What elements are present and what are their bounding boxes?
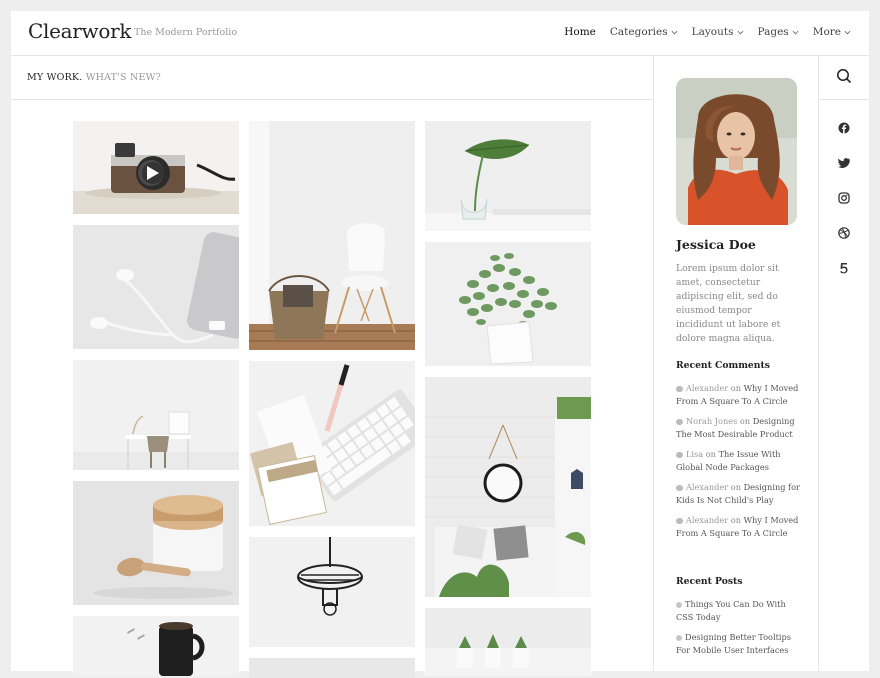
chevron-down-icon xyxy=(737,30,743,34)
chevron-down-icon xyxy=(792,30,799,34)
divider xyxy=(653,56,654,671)
recent-post-item[interactable]: Things You Can Do With CSS Today xyxy=(676,598,801,624)
author-name[interactable]: Jessica Doe xyxy=(676,237,756,252)
search-icon[interactable] xyxy=(835,67,853,85)
nav-layouts-label: Layouts xyxy=(691,26,734,38)
comment-author[interactable]: Alexander xyxy=(686,515,728,525)
gallery-item-earphones[interactable] xyxy=(73,225,239,349)
twitter-icon[interactable] xyxy=(835,154,853,172)
author-avatar[interactable] xyxy=(676,78,797,225)
gallery-item-partial[interactable] xyxy=(249,658,415,678)
gallery-item-keyboard[interactable] xyxy=(249,361,415,526)
gallery-item-eucalyptus[interactable] xyxy=(425,242,591,366)
gallery-item-interior[interactable] xyxy=(425,377,591,597)
recent-comments-title: Recent Comments xyxy=(676,360,770,371)
section-heading-primary: MY WORK. xyxy=(27,72,83,83)
comment-on: on xyxy=(739,416,751,426)
dribbble-icon[interactable] xyxy=(835,224,853,242)
nav-home[interactable]: Home xyxy=(564,26,596,38)
comment-item: Lisa on The Issue With Global Node Packa… xyxy=(676,448,801,474)
comment-bubble-icon xyxy=(676,485,683,491)
500px-icon[interactable] xyxy=(835,259,853,277)
site-logo[interactable]: Clearwork xyxy=(28,19,131,43)
comment-item: Alexander on Designing for Kids Is Not C… xyxy=(676,481,801,507)
comment-author[interactable]: Lisa xyxy=(686,449,703,459)
gallery-item-mug[interactable] xyxy=(73,616,239,676)
nav-pages[interactable]: Pages xyxy=(758,26,799,38)
comment-item: Alexander on Why I Moved From A Square T… xyxy=(676,382,801,408)
recent-post-link[interactable]: Designing Better Tooltips For Mobile Use… xyxy=(676,632,791,655)
gallery-item-succulents[interactable] xyxy=(425,608,591,676)
nav-pages-label: Pages xyxy=(757,26,789,38)
section-heading-secondary[interactable]: WHAT'S NEW? xyxy=(86,72,161,83)
nav-home-label: Home xyxy=(564,26,596,38)
recent-posts-title: Recent Posts xyxy=(676,576,743,587)
recent-post-link[interactable]: Things You Can Do With CSS Today xyxy=(676,599,786,622)
comment-bubble-icon xyxy=(676,386,683,392)
comment-author[interactable]: Alexander xyxy=(686,383,728,393)
comment-item: Norah Jones on Designing The Most Desira… xyxy=(676,415,801,441)
chevron-down-icon xyxy=(844,30,851,34)
comment-item: Alexander on Why I Moved From A Square T… xyxy=(676,514,801,540)
comment-bubble-icon xyxy=(676,518,683,524)
comment-bubble-icon xyxy=(676,452,683,458)
page-frame: Clearwork The Modern Portfolio Home Cate… xyxy=(11,11,869,678)
divider xyxy=(818,99,869,100)
comment-on: on xyxy=(730,383,741,393)
main-nav: Home Categories Layouts Pages More xyxy=(564,26,851,38)
comment-on: on xyxy=(730,482,741,492)
facebook-icon[interactable] xyxy=(835,119,853,137)
divider xyxy=(818,56,819,671)
chevron-down-icon xyxy=(671,30,678,34)
nav-layouts[interactable]: Layouts xyxy=(692,26,744,38)
gallery-item-camera[interactable] xyxy=(73,121,239,214)
comment-author[interactable]: Norah Jones xyxy=(686,416,737,426)
nav-more[interactable]: More xyxy=(813,26,851,38)
post-bullet-icon xyxy=(676,635,682,641)
comment-bubble-icon xyxy=(676,419,683,425)
gallery-item-lamp[interactable] xyxy=(249,537,415,647)
section-subheader: MY WORK. WHAT'S NEW? xyxy=(11,56,653,100)
gallery-item-chair[interactable] xyxy=(249,121,415,350)
instagram-icon[interactable] xyxy=(835,189,853,207)
nav-more-label: More xyxy=(812,26,841,38)
comment-author[interactable]: Alexander xyxy=(686,482,728,492)
gallery-item-jar[interactable] xyxy=(73,481,239,605)
site-tagline: The Modern Portfolio xyxy=(134,27,238,38)
gallery-item-monstera[interactable] xyxy=(425,121,591,231)
comment-on: on xyxy=(730,515,741,525)
nav-categories-label: Categories xyxy=(609,26,668,38)
comment-on: on xyxy=(705,449,716,459)
recent-post-item[interactable]: Designing Better Tooltips For Mobile Use… xyxy=(676,631,801,657)
post-bullet-icon xyxy=(676,602,682,608)
gallery-item-desk[interactable] xyxy=(73,360,239,470)
nav-categories[interactable]: Categories xyxy=(610,26,678,38)
section-heading: MY WORK. WHAT'S NEW? xyxy=(27,72,161,83)
site-header: Clearwork The Modern Portfolio Home Cate… xyxy=(11,11,869,56)
author-bio: Lorem ipsum dolor sit amet, consectetur … xyxy=(676,263,781,344)
